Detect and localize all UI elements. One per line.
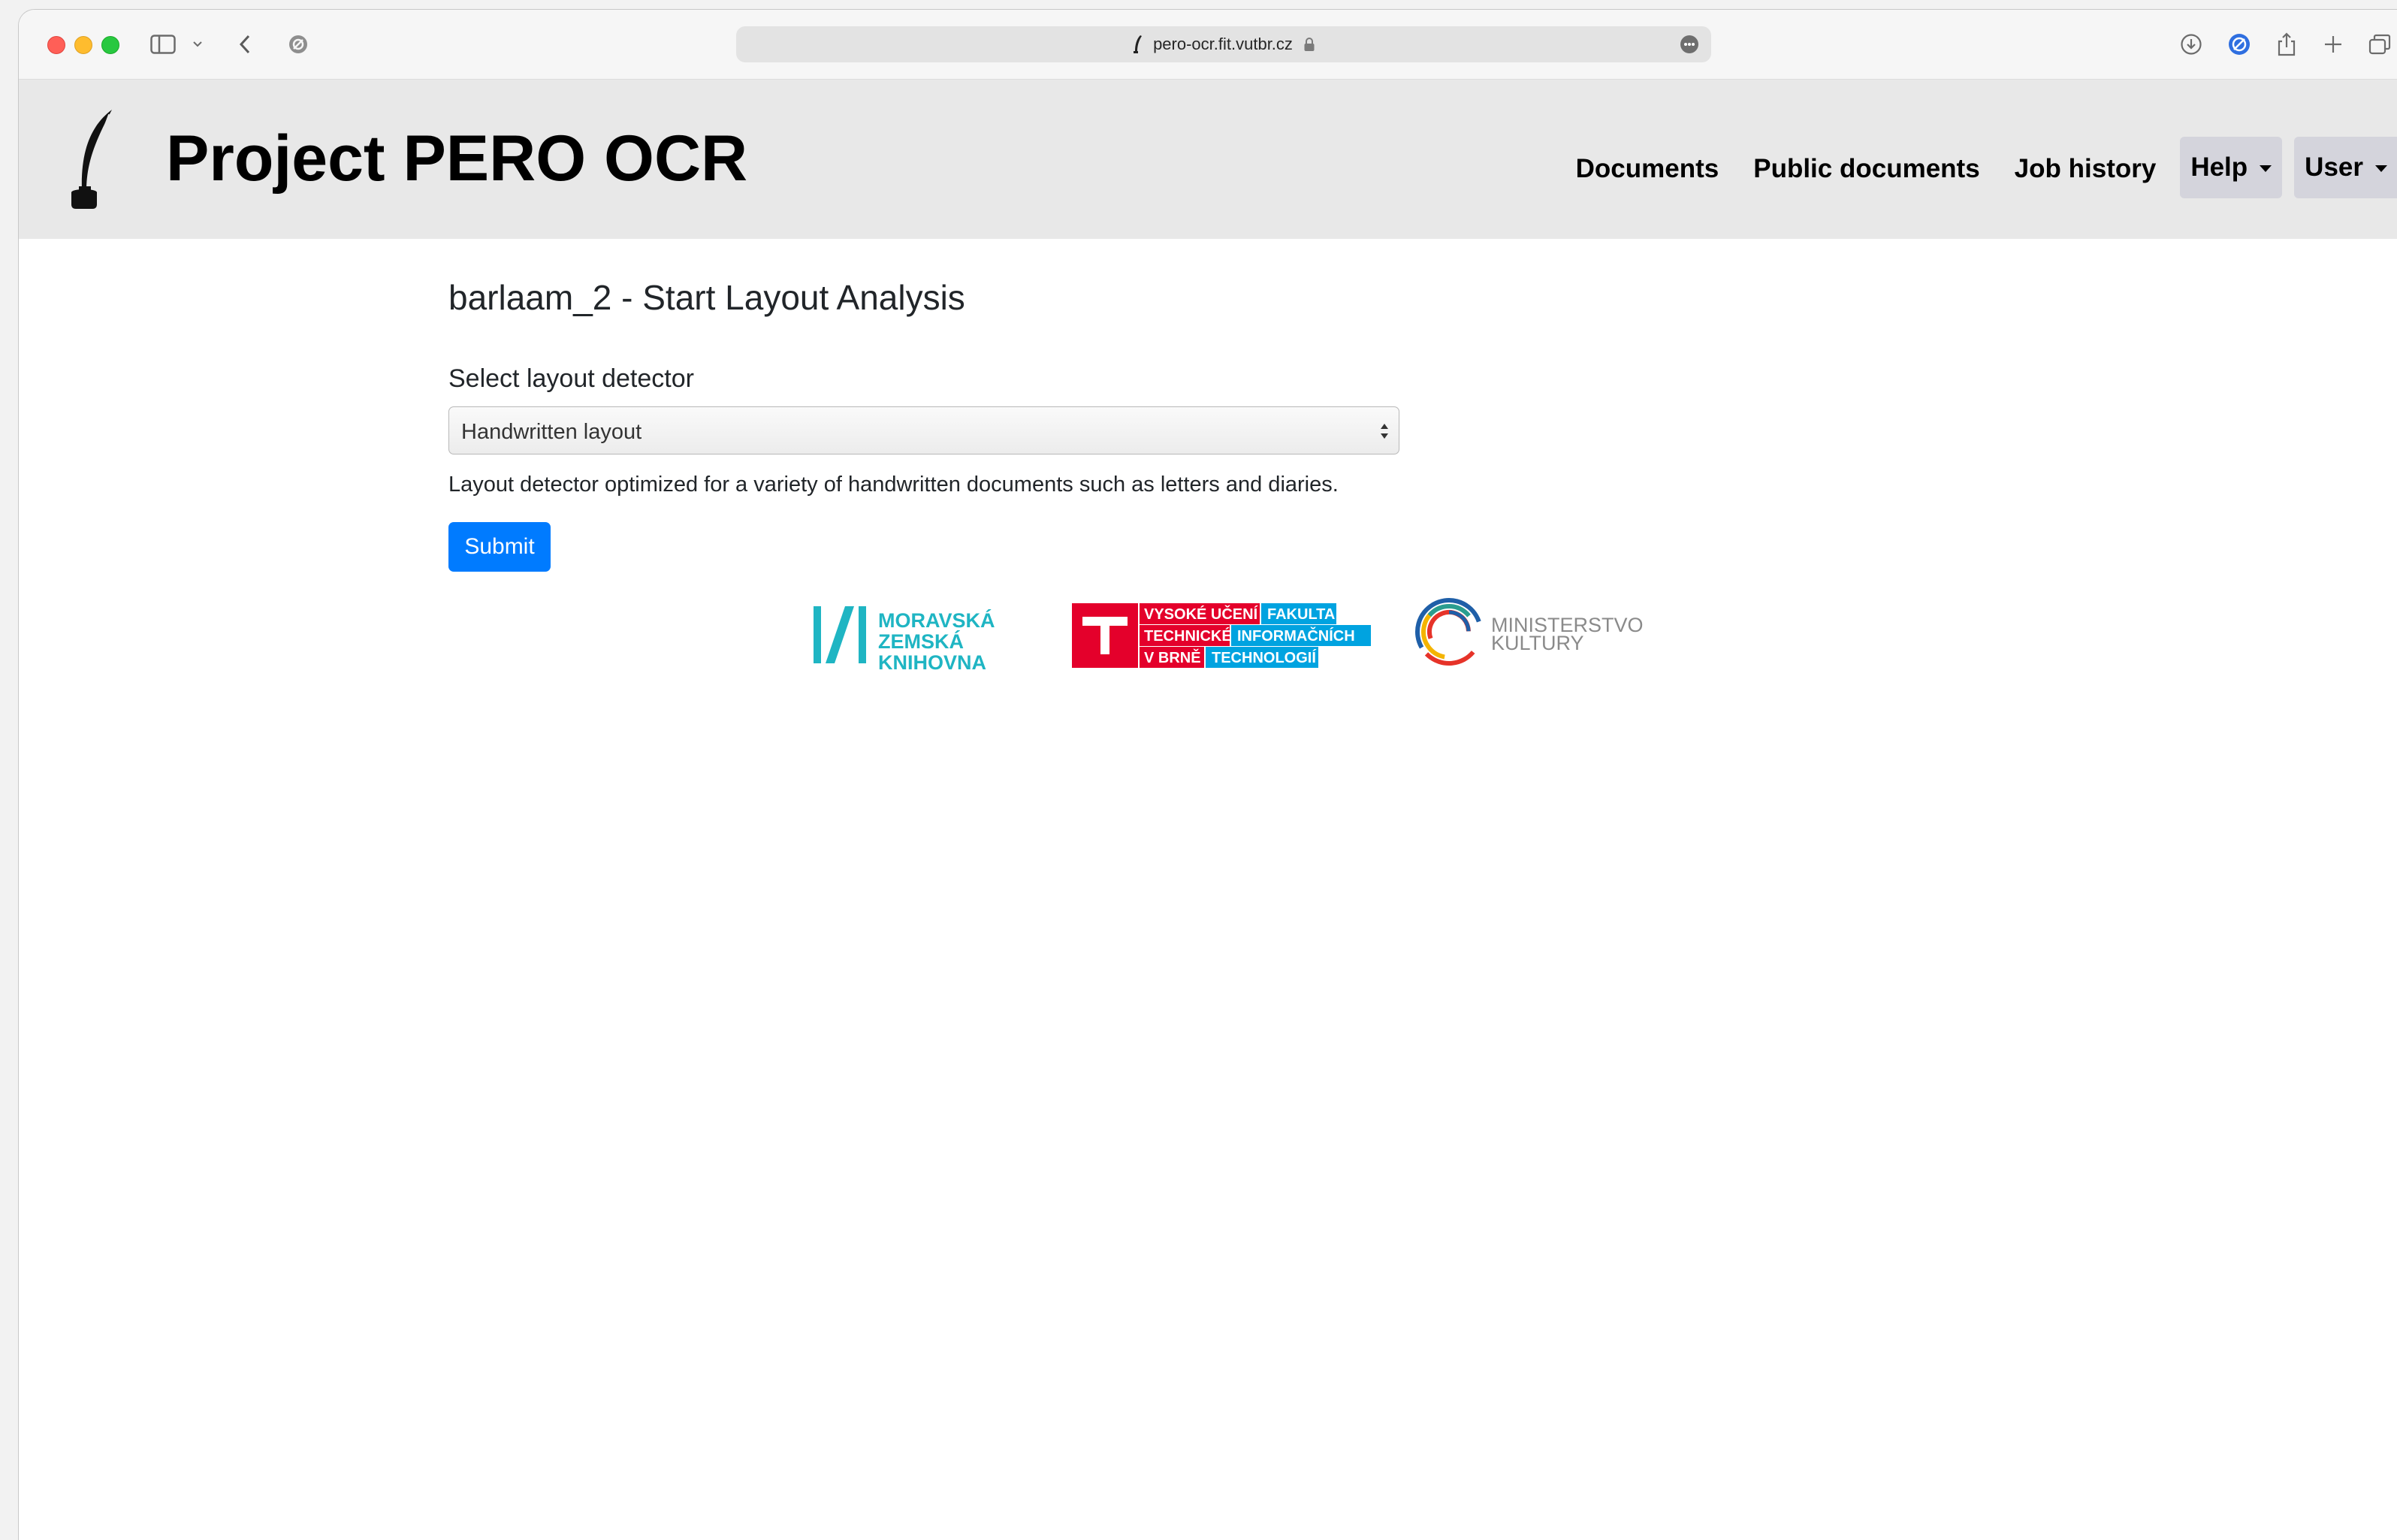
nav-documents[interactable]: Documents	[1576, 154, 1719, 184]
vut-left-3: V BRNĚ	[1144, 648, 1201, 666]
address-content: pero-ocr.fit.vutbr.cz	[736, 26, 1711, 62]
vut-right-3: TECHNOLOGIÍ	[1212, 649, 1316, 666]
close-window-button[interactable]	[47, 36, 65, 54]
site-header: Project PERO OCR Documents Public docume…	[19, 80, 2397, 239]
site-favicon-icon	[1134, 35, 1143, 53]
submit-button[interactable]: Submit	[448, 522, 551, 572]
user-dropdown[interactable]: User	[2294, 137, 2397, 198]
vut-fit-logo[interactable]: VYSOKÉ UČENÍ TECHNICKÉ V BRNĚ FAKULTA IN…	[1072, 596, 1372, 668]
layout-detector-selected-value: Handwritten layout	[461, 420, 642, 444]
user-dropdown-label: User	[2305, 152, 2363, 182]
url-text: pero-ocr.fit.vutbr.cz	[1153, 35, 1293, 53]
new-tab-icon[interactable]	[2322, 28, 2344, 61]
main-nav: Documents Public documents Job history H…	[1576, 137, 2397, 198]
layout-detector-select[interactable]: Handwritten layout	[448, 406, 1399, 454]
vut-right-1: FAKULTA	[1267, 606, 1335, 623]
mzk-line-3: KNIHOVNA	[878, 651, 986, 674]
page-title: barlaam_2 - Start Layout Analysis	[448, 278, 965, 317]
vut-left-1: VYSOKÉ UČENÍ	[1144, 605, 1258, 623]
help-dropdown-label: Help	[2190, 152, 2248, 182]
lock-icon	[1304, 38, 1315, 51]
mk-line-2: KULTURY	[1491, 632, 1584, 654]
help-dropdown[interactable]: Help	[2180, 137, 2283, 198]
address-bar[interactable]: pero-ocr.fit.vutbr.cz	[736, 26, 1711, 62]
select-arrows-icon	[1381, 424, 1388, 439]
nav-job-history[interactable]: Job history	[2015, 154, 2157, 184]
sidebar-icon[interactable]	[148, 28, 178, 61]
site-title[interactable]: Project PERO OCR	[166, 122, 747, 196]
zoom-window-button[interactable]	[101, 36, 119, 54]
mzk-logo[interactable]: MORAVSKÁ ZEMSKÁ KNIHOVNA	[809, 596, 1034, 678]
chevron-down-icon[interactable]	[190, 28, 205, 61]
tab-overview-icon[interactable]	[2367, 28, 2392, 61]
layout-detector-label: Select layout detector	[448, 364, 694, 393]
browser-window: pero-ocr.fit.vutbr.cz Project PERO OCR D…	[18, 9, 2397, 1540]
ministry-of-culture-logo[interactable]: MINISTERSTVO KULTURY	[1414, 596, 1655, 668]
vut-left-2: TECHNICKÉ	[1144, 627, 1232, 645]
quill-logo-icon[interactable]	[64, 108, 116, 210]
caret-down-icon	[2260, 165, 2272, 172]
back-arrow-icon[interactable]	[234, 28, 256, 61]
vut-right-2: INFORMAČNÍCH	[1237, 627, 1355, 645]
privacy-shield-icon[interactable]	[285, 28, 312, 61]
mzk-line-1: MORAVSKÁ	[878, 608, 995, 632]
extension-icon[interactable]	[2226, 28, 2253, 61]
minimize-window-button[interactable]	[74, 36, 92, 54]
more-options-icon[interactable]	[1680, 35, 1699, 54]
mzk-line-2: ZEMSKÁ	[878, 630, 964, 653]
share-icon[interactable]	[2275, 28, 2298, 61]
browser-toolbar: pero-ocr.fit.vutbr.cz	[19, 10, 2397, 80]
nav-public-documents[interactable]: Public documents	[1753, 154, 1979, 184]
layout-detector-description: Layout detector optimized for a variety …	[448, 473, 1339, 497]
download-icon[interactable]	[2178, 28, 2205, 61]
caret-down-icon	[2375, 165, 2387, 172]
